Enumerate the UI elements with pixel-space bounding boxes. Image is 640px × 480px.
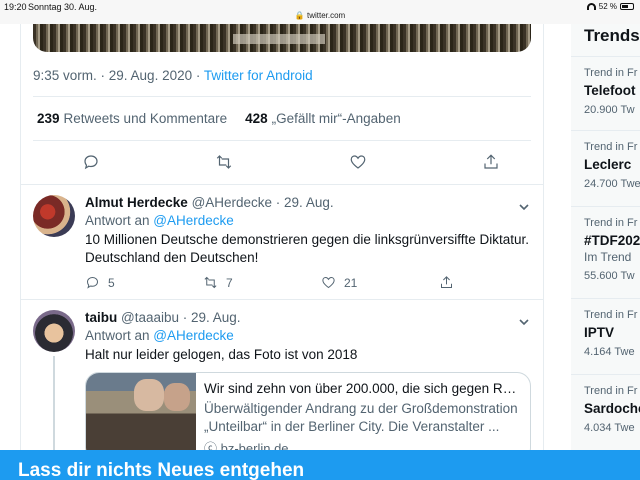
author-handle[interactable]: @AHerdecke · 29. Aug. <box>192 195 334 210</box>
address-bar[interactable]: 🔒 twitter.com <box>0 11 640 20</box>
battery-level: 52 % <box>598 2 617 11</box>
trend-count: 4.034 Twe <box>584 422 635 434</box>
mention-link[interactable]: @AHerdecke <box>153 328 234 343</box>
trend-name: Sardoche <box>584 401 640 416</box>
reply-button[interactable]: 5 <box>85 275 203 290</box>
trend-context: Trend in Fr <box>584 217 638 229</box>
trend-name: #TDF202 <box>584 233 640 248</box>
trend-count: 20.900 Tw <box>584 104 635 116</box>
reply-button[interactable] <box>81 152 101 172</box>
trend-item[interactable]: Trend in Fr Leclerc 24.700 Twe <box>571 130 640 206</box>
author-name[interactable]: taibu <box>85 310 117 325</box>
trend-name: IPTV <box>584 325 615 340</box>
reply-body: taibu @taaaibu · 29. Aug. Antwort an @AH… <box>85 310 531 364</box>
like-count: 21 <box>344 275 358 290</box>
tweet-stats: 239 Retweets und Kommentare 428 „Gefällt m… <box>37 111 401 126</box>
status-bar: 19:20 Sonntag 30. Aug. 🔒 twitter.com 52 … <box>0 0 640 24</box>
tweet-timestamp[interactable]: 9:35 vorm. · 29. Aug. 2020 <box>33 68 192 83</box>
trend-context: Trend in Fr <box>584 141 638 153</box>
status-indicators: 52 % <box>586 2 634 11</box>
share-icon <box>484 154 498 169</box>
reply-text: Halt nur leider gelogen, das Foto ist vo… <box>85 347 358 362</box>
trend-count: 24.700 Twe <box>584 178 640 190</box>
tweet-meta: 9:35 vorm. · 29. Aug. 2020 · Twitter for… <box>33 68 313 83</box>
reply-tweet[interactable]: Almut Herdecke @AHerdecke · 29. Aug. Ant… <box>21 184 543 299</box>
trend-context: Trend in Fr <box>584 385 638 397</box>
link-card-text: Wir sind zehn von über 200.000, die sich… <box>204 381 520 457</box>
retweets-label: Retweets und Kommentare <box>63 111 228 126</box>
likes-stat[interactable]: 428 „Gefällt mir“-Angaben <box>245 111 401 126</box>
trend-name: Leclerc <box>584 157 632 172</box>
trends-title: Trends <box>584 26 640 45</box>
reply-header: Almut Herdecke @AHerdecke · 29. Aug. <box>85 195 531 210</box>
reply-to-prefix: Antwort an <box>85 213 154 228</box>
reply-body: Almut Herdecke @AHerdecke · 29. Aug. Ant… <box>85 195 531 267</box>
heart-icon <box>350 155 366 169</box>
reply-to-prefix: Antwort an <box>85 328 154 343</box>
retweet-button[interactable]: 7 <box>203 275 321 290</box>
trend-count: 4.164 Twe <box>584 346 635 358</box>
retweets-count: 239 <box>37 111 60 126</box>
reply-actions: 5 7 21 <box>85 275 557 290</box>
address-url: twitter.com <box>306 11 346 20</box>
mention-link[interactable]: @AHerdecke <box>153 213 234 228</box>
share-button[interactable] <box>439 275 557 290</box>
avatar[interactable] <box>33 195 75 237</box>
link-card-description: Überwältigender Andrang zu der Großdemon… <box>204 401 518 434</box>
wifi-icon <box>586 3 596 10</box>
trend-extra: Im Trend <box>584 250 632 264</box>
tweet-photo[interactable] <box>33 24 531 52</box>
trend-item[interactable]: Trend in Fr IPTV 4.164 Twe <box>571 298 640 374</box>
heart-icon <box>322 276 335 289</box>
retweet-icon <box>217 155 232 169</box>
trend-name: Telefoot <box>584 83 636 98</box>
trend-item[interactable]: Trend in Fr #TDF202 Im Trend 55.600 Tw <box>571 206 640 298</box>
reply-icon <box>84 155 98 170</box>
battery-icon <box>620 3 634 10</box>
retweet-icon <box>204 276 217 289</box>
divider <box>33 140 531 141</box>
retweet-button[interactable] <box>214 152 234 172</box>
reply-icon <box>86 276 99 289</box>
link-card-title: Wir sind zehn von über 200.000, die sich… <box>204 381 520 396</box>
trend-count: 55.600 Tw <box>584 270 635 282</box>
retweet-count: 7 <box>226 275 233 290</box>
retweets-stat[interactable]: 239 Retweets und Kommentare <box>37 111 227 126</box>
reply-count: 5 <box>108 275 115 290</box>
likes-count: 428 <box>245 111 268 126</box>
share-icon <box>441 276 452 288</box>
author-handle[interactable]: @taaaibu · 29. Aug. <box>121 310 241 325</box>
divider <box>33 96 531 97</box>
reply-to: Antwort an @AHerdecke <box>85 213 531 228</box>
tweet-source-link[interactable]: Twitter for Android <box>204 68 313 83</box>
link-card[interactable]: Wir sind zehn von über 200.000, die sich… <box>85 372 531 462</box>
reply-header: taibu @taaaibu · 29. Aug. <box>85 310 531 325</box>
likes-label: „Gefällt mir“-Angaben <box>271 111 401 126</box>
banner-text: Lass dir nichts Neues entgehen <box>18 460 305 480</box>
like-button[interactable]: 21 <box>321 275 439 290</box>
author-name[interactable]: Almut Herdecke <box>85 195 188 210</box>
meta-separator: · <box>192 68 204 83</box>
reply-text: 10 Millionen Deutsche demonstrieren gege… <box>85 232 529 265</box>
signup-banner[interactable]: Lass dir nichts Neues entgehen <box>0 450 640 480</box>
reply-to: Antwort an @AHerdecke <box>85 328 531 343</box>
like-button[interactable] <box>348 152 368 172</box>
trend-context: Trend in Fr <box>584 309 638 321</box>
trend-item[interactable]: Trend in Fr Telefoot 20.900 Tw <box>571 56 640 130</box>
avatar[interactable] <box>33 310 75 352</box>
trends-sidebar: Trends Trend in Fr Telefoot 20.900 Tw Tr… <box>571 24 640 480</box>
trend-context: Trend in Fr <box>584 67 638 79</box>
tweet-actions <box>81 152 501 172</box>
tweet-column: 9:35 vorm. · 29. Aug. 2020 · Twitter for… <box>20 24 544 480</box>
link-card-image <box>86 373 196 461</box>
share-button[interactable] <box>481 152 501 172</box>
